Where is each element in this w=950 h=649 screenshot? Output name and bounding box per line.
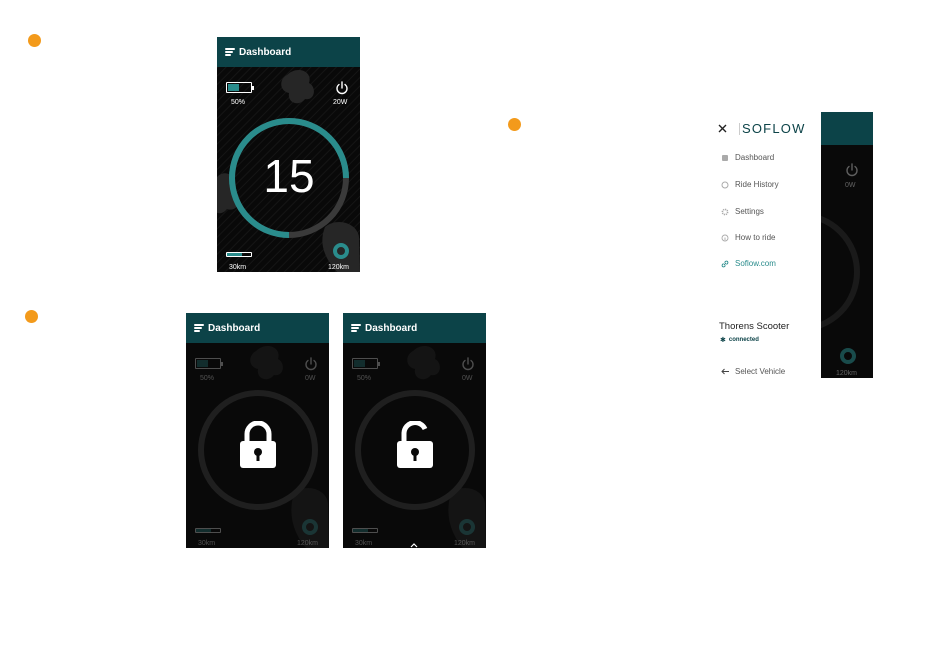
menu-item-label: Ride History	[735, 180, 779, 189]
step-marker	[508, 118, 521, 131]
page-title: Dashboard	[365, 322, 418, 334]
vehicle-status: ✱ connected	[720, 336, 759, 344]
canvas: Dashboard 50% 20W 15 30km 120km Dashboar…	[0, 0, 950, 649]
lock-closed-icon[interactable]	[238, 421, 278, 469]
battery-percent: 50%	[357, 375, 372, 382]
menu-icon[interactable]	[351, 324, 361, 332]
power-icon	[846, 163, 858, 177]
range-total: 120km	[328, 264, 350, 271]
power-icon	[336, 81, 348, 95]
range-total: 120km	[836, 370, 858, 377]
bluetooth-icon: ✱	[720, 337, 726, 344]
gear-icon	[721, 208, 729, 215]
page-title: Dashboard	[239, 46, 292, 58]
range-bar	[195, 528, 221, 533]
select-vehicle-label: Select Vehicle	[735, 367, 786, 376]
link-icon	[721, 260, 729, 267]
vehicle-name: Thorens Scooter	[719, 321, 790, 332]
brand-divider	[739, 123, 740, 135]
arrow-left-icon	[721, 368, 729, 375]
menu-item-soflow-link[interactable]: Soflow.com	[721, 259, 776, 268]
dashboard-body: 50% 20W 15 30km 120km	[217, 67, 360, 272]
battery-icon	[195, 358, 223, 369]
speed-value: 15	[263, 150, 315, 202]
app-header: Dashboard	[186, 313, 329, 343]
vehicle-status-text: connected	[728, 337, 759, 343]
location-icon[interactable]	[332, 242, 350, 260]
range-ridden: 30km	[355, 540, 373, 547]
location-icon	[840, 348, 856, 364]
history-icon	[721, 181, 729, 188]
info-icon	[721, 234, 729, 241]
lock-open-icon[interactable]	[395, 421, 435, 469]
step-marker	[25, 310, 38, 323]
menu-item-settings[interactable]: Settings	[721, 207, 764, 216]
range-total: 120km	[454, 540, 476, 547]
battery-percent: 50%	[231, 99, 246, 106]
menu-item-label: Soflow.com	[735, 259, 776, 268]
range-ridden: 30km	[198, 540, 216, 547]
menu-icon[interactable]	[194, 324, 204, 332]
range-total: 120km	[297, 540, 319, 547]
range-bar	[352, 528, 378, 533]
dashboard-screen: Dashboard 50% 20W 15 30km 120km	[217, 37, 360, 272]
chevron-up-icon[interactable]	[410, 543, 418, 548]
dashboard-peek: 0W 120km	[820, 112, 873, 378]
menu-item-label: Settings	[735, 207, 764, 216]
locked-screen: Dashboard 50% 0W 30km 120km	[186, 313, 329, 548]
app-header: Dashboard	[343, 313, 486, 343]
app-header: Dashboard	[217, 37, 360, 67]
range-bar	[226, 252, 252, 257]
menu-item-label: Dashboard	[735, 153, 775, 162]
close-icon[interactable]	[718, 124, 727, 133]
battery-icon	[226, 82, 254, 93]
page-title: Dashboard	[208, 322, 261, 334]
power-value: 20W	[333, 99, 348, 106]
power-icon	[462, 357, 474, 371]
menu-item-label: How to ride	[735, 233, 776, 242]
dashboard-icon	[722, 154, 728, 161]
locked-body: 50% 0W 30km 120km	[186, 343, 329, 548]
brand-logo: SOFLOW	[742, 121, 806, 136]
range-ridden: 30km	[229, 264, 247, 271]
gauge-ring	[820, 215, 860, 329]
app-header	[820, 112, 873, 145]
menu-icon[interactable]	[225, 48, 235, 56]
power-value: 0W	[305, 375, 316, 382]
step-marker	[28, 34, 41, 47]
navigation-drawer: SOFLOW Dashboard Ride History Settings H…	[707, 112, 821, 380]
unlocked-screen: Dashboard 50% 0W 30km 120km	[343, 313, 486, 548]
power-icon	[305, 357, 317, 371]
power-value: 0W	[845, 182, 856, 189]
menu-item-dashboard[interactable]: Dashboard	[721, 153, 774, 162]
menu-item-how-to-ride[interactable]: How to ride	[721, 233, 775, 242]
menu-item-ride-history[interactable]: Ride History	[721, 180, 779, 189]
battery-icon	[352, 358, 380, 369]
battery-percent: 50%	[200, 375, 215, 382]
power-value: 0W	[462, 375, 473, 382]
unlocked-body: 50% 0W 30km 120km	[343, 343, 486, 548]
select-vehicle-button[interactable]: Select Vehicle	[721, 367, 785, 376]
